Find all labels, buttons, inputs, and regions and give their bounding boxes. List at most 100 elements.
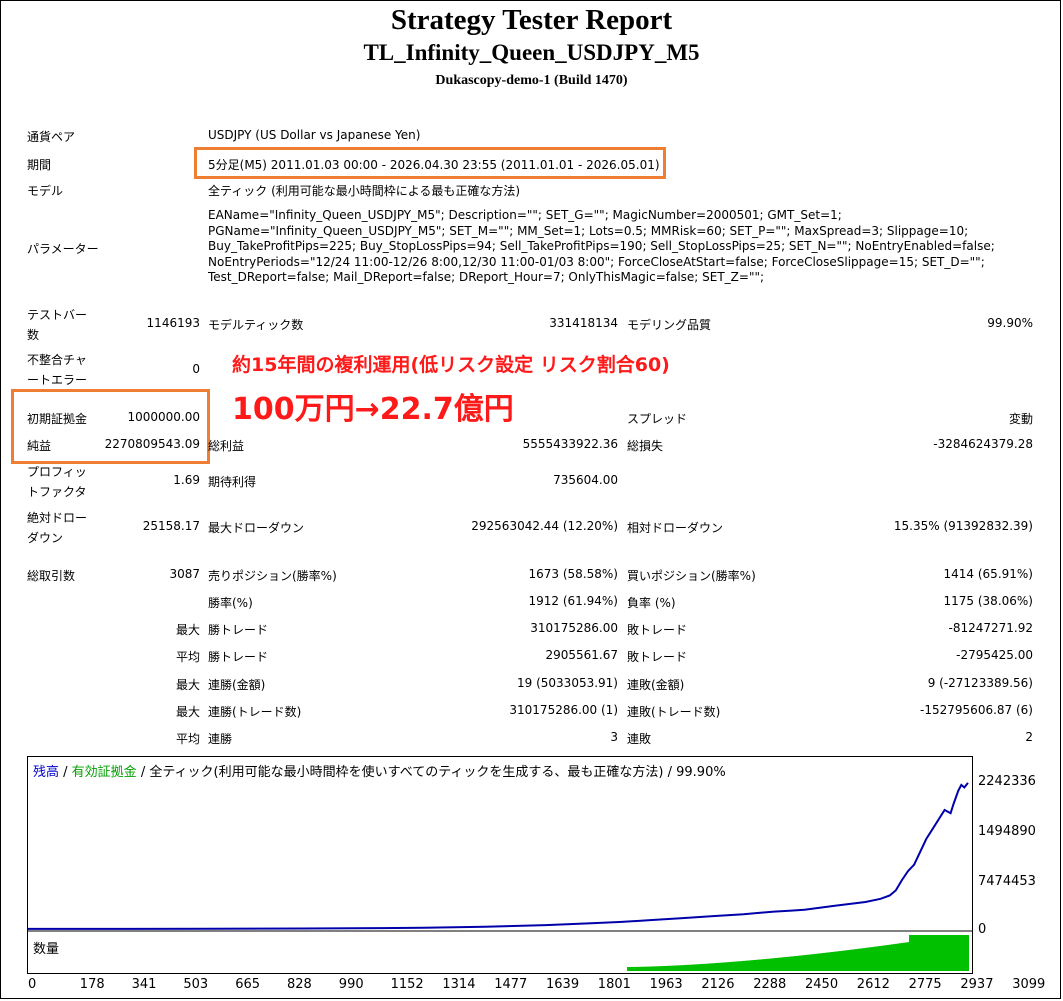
- max-dd-label: 最大ドローダウン: [208, 521, 305, 535]
- volume-bar: [947, 935, 949, 971]
- avg-label-2: 平均: [175, 732, 200, 746]
- x-tick: 1314: [442, 977, 476, 992]
- legend-balance: 残高: [33, 765, 60, 780]
- spread-value: 変動: [1008, 412, 1033, 426]
- volume-bar: [641, 966, 643, 971]
- volume-bar: [785, 957, 787, 971]
- long-value: 1414 (65.91%): [943, 567, 1033, 581]
- deposit-label: 初期証拠金: [27, 412, 88, 426]
- max-win-value: 310175286.00: [530, 621, 618, 635]
- volume-bar: [767, 958, 769, 971]
- short-value: 1673 (58.58%): [528, 567, 618, 581]
- volume-bar: [727, 962, 729, 971]
- params-line: Test_DReport=false; Mail_DReport=false; …: [208, 270, 765, 284]
- y-tick: 7474453: [978, 874, 1036, 889]
- volume-bar: [825, 952, 827, 971]
- max-label-3: 最大: [175, 705, 200, 719]
- pf-label: プロフィッ: [27, 465, 87, 479]
- x-tick: 1801: [597, 977, 631, 992]
- consec-loss-cnt-label: 連敗(トレード数): [627, 705, 721, 719]
- lossrate-value: 1175 (38.06%): [943, 594, 1033, 608]
- volume-bars: [627, 935, 969, 971]
- volume-bar: [841, 950, 843, 971]
- volume-bar: [699, 964, 701, 971]
- volume-bar: [819, 953, 821, 971]
- volume-bar: [855, 949, 857, 971]
- volume-bar: [831, 951, 833, 971]
- volume-bar: [799, 955, 801, 971]
- x-tick: 2775: [908, 977, 942, 992]
- volume-bar: [771, 958, 773, 971]
- volume-bar: [953, 935, 955, 971]
- params-label: パラメーター: [27, 242, 99, 256]
- volume-bar: [663, 966, 665, 971]
- expected-label: 期待利得: [208, 475, 257, 489]
- volume-bar: [869, 947, 871, 971]
- volume-bar: [657, 966, 659, 971]
- volume-bar: [645, 966, 647, 971]
- volume-bar: [661, 966, 663, 971]
- volume-bar: [951, 935, 953, 971]
- legend-equity: 有効証拠金: [71, 765, 137, 780]
- max-dd-value: 292563042.44 (12.20%): [471, 519, 618, 533]
- net-label: 純益: [27, 439, 52, 453]
- x-tick: 178: [79, 977, 105, 992]
- volume-bar: [751, 960, 753, 971]
- volume-bar: [959, 935, 961, 971]
- pf-value: 1.69: [173, 473, 200, 487]
- volume-bar: [627, 966, 629, 971]
- volume-bar: [719, 962, 721, 971]
- y-tick: 2242336: [978, 774, 1036, 789]
- volume-bar: [871, 947, 873, 971]
- volume-bar: [759, 959, 761, 971]
- volume-bar: [777, 957, 779, 971]
- volume-bar: [941, 935, 943, 971]
- x-tick: 2288: [753, 977, 787, 992]
- volume-bar: [717, 962, 719, 971]
- x-tick: 2937: [960, 977, 994, 992]
- volume-bar: [647, 966, 649, 971]
- volume-bar: [923, 935, 925, 971]
- volume-bar: [847, 950, 849, 971]
- volume-bar: [753, 960, 755, 971]
- volume-bar: [637, 966, 639, 971]
- winrate-value: 1912 (61.94%): [528, 594, 618, 608]
- volume-bar: [673, 965, 675, 971]
- x-tick: 0: [28, 977, 37, 992]
- max-loss-label: 敗トレード: [627, 623, 688, 637]
- bars-label: テストバー: [27, 308, 88, 322]
- volume-bar: [811, 954, 813, 971]
- volume-bar: [715, 963, 717, 971]
- volume-bar: [929, 935, 931, 971]
- ea-name: TL_Infinity_Queen_USDJPY_M5: [363, 40, 700, 65]
- volume-bar: [835, 951, 837, 971]
- volume-bar: [885, 945, 887, 971]
- volume-bar: [883, 945, 885, 971]
- params-line: NoEntryPeriods="12/24 11:00-12/26 8:00,1…: [208, 254, 985, 269]
- volume-bar: [805, 954, 807, 971]
- max-loss-value: -81247271.92: [948, 621, 1034, 635]
- volume-bar: [873, 946, 875, 971]
- volume-bar: [775, 957, 777, 971]
- volume-bar: [633, 966, 635, 971]
- volume-bar: [667, 965, 669, 971]
- volume-bar: [933, 935, 935, 971]
- volume-bar: [935, 935, 937, 971]
- avg-loss-label: 敗トレード: [627, 650, 688, 664]
- rel-dd-label: 相対ドローダウン: [627, 521, 724, 535]
- net-value: 2270809543.09: [104, 437, 200, 451]
- volume-bar: [829, 952, 831, 971]
- avg-consec-loss-label: 連敗: [627, 732, 652, 746]
- params-line: EAName="Infinity_Queen_USDJPY_M5"; Descr…: [208, 208, 842, 222]
- volume-bar: [957, 935, 959, 971]
- spread-label: スプレッド: [627, 412, 688, 426]
- volume-bar: [849, 949, 851, 971]
- report-title: Strategy Tester Report: [390, 4, 673, 36]
- volume-bar: [891, 944, 893, 971]
- volume-bar: [787, 956, 789, 971]
- volume-bar: [833, 951, 835, 971]
- volume-bar: [827, 952, 829, 971]
- volume-bar: [961, 935, 963, 971]
- abs-dd-label-2: ダウン: [27, 531, 64, 545]
- volume-bar: [859, 948, 861, 971]
